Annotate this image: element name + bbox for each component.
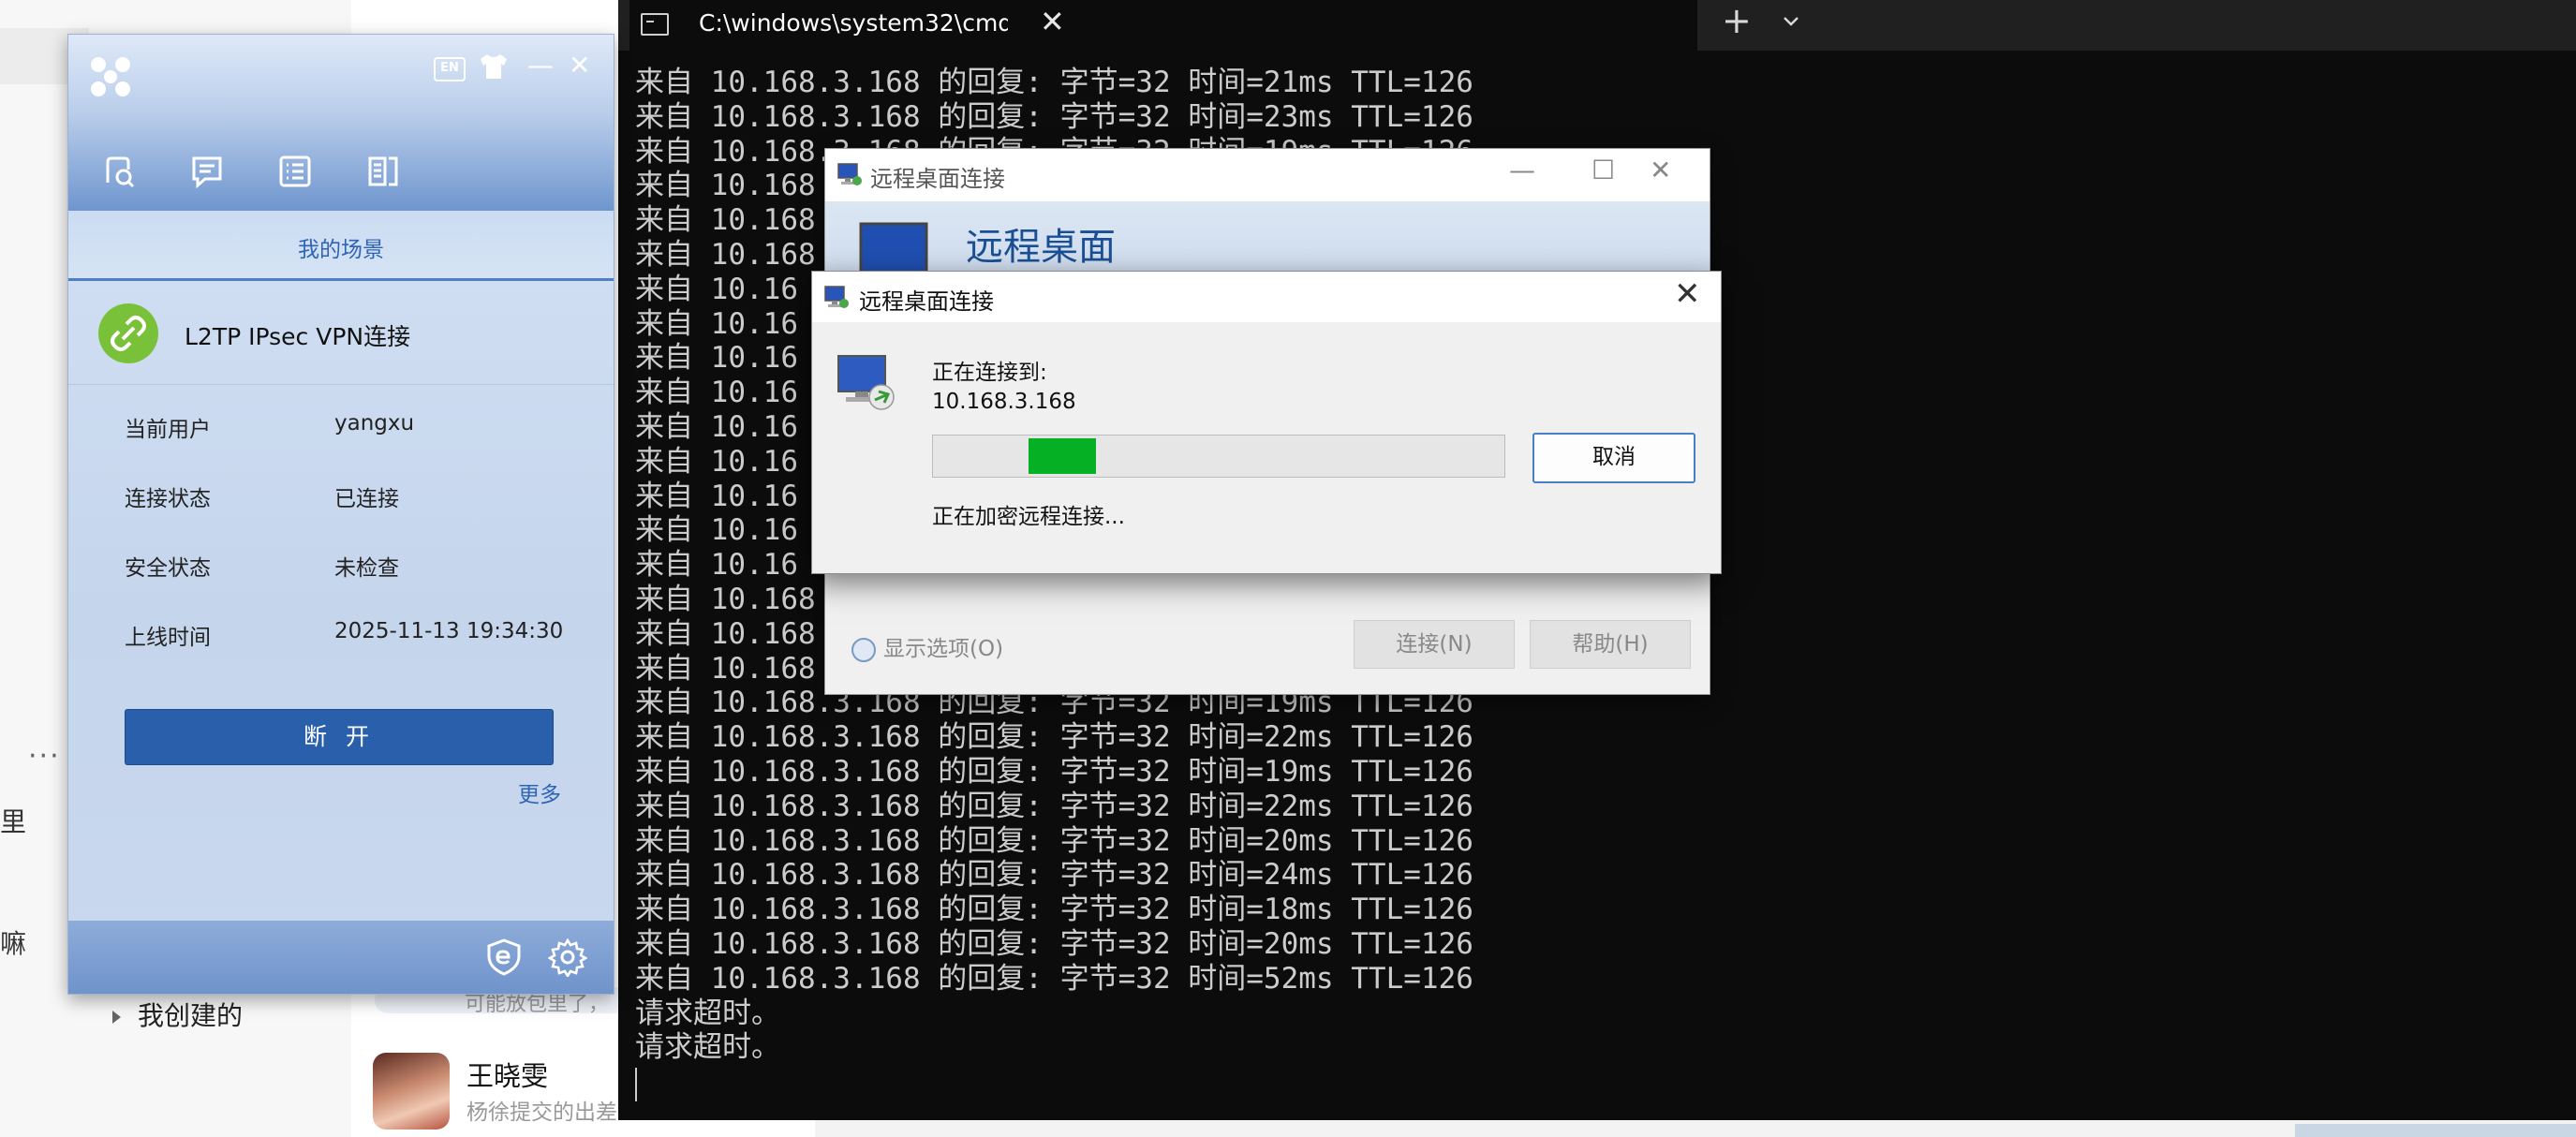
terminal-cursor	[635, 1068, 637, 1101]
info-label: 安全状态	[125, 556, 211, 581]
info-row-online-time: 上线时间 2025-11-13 19:34:30	[125, 619, 593, 657]
link-icon	[98, 303, 158, 363]
close-button[interactable]: ✕	[569, 50, 590, 81]
terminal-line: 请求超时。	[635, 1030, 780, 1065]
terminal-line: 来自 10.168.3.168 的回复: 字节=32 时间=24ms TTL=1…	[635, 858, 1473, 893]
terminal-tab-bar: C:\windows\system32\cmd.exe ✕ +	[618, 0, 2576, 51]
language-toggle-button[interactable]: EN	[434, 57, 466, 81]
terminal-line: 来自 10.168.3.168 的回复: 字节=32 时间=21ms TTL=1…	[635, 66, 1473, 99]
close-button[interactable]: ✕	[1650, 155, 1671, 185]
dialog-title-bar: 远程桌面连接 ✕	[812, 272, 1721, 322]
info-row-security-status: 安全状态 未检查	[125, 550, 593, 587]
dialog-title: 远程桌面连接	[859, 288, 994, 315]
connection-status-text: 正在加密远程连接...	[932, 505, 1125, 529]
show-options-label: 显示选项(O)	[883, 637, 1004, 661]
close-tab-button[interactable]: ✕	[1040, 4, 1065, 39]
scene-icon	[106, 156, 135, 188]
remote-desktop-icon	[837, 163, 862, 185]
info-value: 已连接	[334, 487, 399, 511]
info-row-connection-status: 连接状态 已连接	[125, 480, 593, 518]
help-button[interactable]: 帮助(H)	[1530, 620, 1691, 669]
more-dots[interactable]: ···	[28, 740, 61, 773]
app-logo-icon	[91, 57, 132, 98]
skin-button[interactable]	[477, 52, 511, 81]
info-label: 上线时间	[125, 626, 211, 650]
nav-message-button[interactable]	[188, 153, 226, 190]
nav-scene-button[interactable]	[100, 153, 138, 190]
terminal-line: 来自 10.168.3.168 的回复: 字节=32 时间=20ms TTL=1…	[635, 823, 1473, 858]
created-by-me-group[interactable]: 我创建的	[112, 996, 243, 1033]
side-text-fragment: 嘛	[0, 928, 27, 959]
title-bar: 远程桌面连接 — ☐ ✕	[825, 149, 1710, 201]
more-link[interactable]: 更多	[518, 776, 561, 808]
show-options-toggle[interactable]: 显示选项(O)	[851, 630, 1003, 662]
tab-my-scenes[interactable]: 我的场景	[68, 211, 614, 281]
connecting-to-label: 正在连接到:	[932, 361, 1047, 385]
connection-progress-bar	[932, 435, 1505, 478]
terminal-tab-title: C:\windows\system32\cmd.exe	[699, 9, 1008, 37]
nav-log-button[interactable]	[364, 153, 402, 190]
message-icon	[192, 156, 222, 189]
computer-connecting-icon	[837, 355, 895, 410]
terminal-line: 来自 10.168.3.168 的回复: 字节=32 时间=18ms TTL=1…	[635, 893, 1473, 927]
minimize-button[interactable]: —	[1509, 155, 1535, 185]
new-tab-button[interactable]: +	[1722, 0, 1752, 41]
terminal-line: 来自 10.168.3.168 的回复: 字节=32 时间=23ms TTL=1…	[635, 99, 1473, 134]
side-text-fragment: 里	[0, 806, 27, 837]
info-label: 当前用户	[125, 418, 211, 442]
security-shield-button[interactable]	[484, 938, 524, 977]
avatar	[373, 1053, 450, 1130]
scene-item-l2tp[interactable]: L2TP IPsec VPN连接	[68, 281, 614, 385]
remote-desktop-icon	[824, 286, 849, 308]
expand-triangle-icon	[112, 1011, 121, 1024]
maximize-button[interactable]: ☐	[1591, 155, 1615, 185]
info-row-user: 当前用户 yangxu	[125, 411, 593, 449]
terminal-line: 来自 10.168.3.168 的回复: 字节=32 时间=20ms TTL=1…	[635, 926, 1473, 961]
terminal-line: 来自 10.168.3.168 的回复: 字节=32 时间=22ms TTL=1…	[635, 720, 1473, 755]
terminal-tab[interactable]: C:\windows\system32\cmd.exe ✕	[629, 0, 1697, 51]
vpn-header: EN — ✕	[68, 35, 614, 211]
terminal-line: 来自 10.168.3.168 的回复: 字节=32 时间=22ms TTL=1…	[635, 789, 1473, 823]
remote-desktop-progress-dialog: 远程桌面连接 ✕ 正在连接到: 10.168.3.168 取消 正在加密远程连接…	[811, 271, 1722, 574]
scene-name: L2TP IPsec VPN连接	[185, 323, 411, 350]
created-by-me-label: 我创建的	[138, 1000, 244, 1031]
connect-button[interactable]: 连接(N)	[1354, 620, 1515, 669]
vpn-footer	[68, 921, 614, 994]
contact-name: 王晓雯	[466, 1060, 549, 1092]
tshirt-icon	[481, 54, 507, 79]
gear-icon	[547, 938, 588, 979]
dialog-close-button[interactable]: ✕	[1674, 275, 1701, 313]
chevron-down-icon	[851, 637, 876, 662]
cancel-button[interactable]: 取消	[1532, 433, 1695, 483]
chevron-down-icon	[1784, 17, 1799, 26]
info-value: yangxu	[334, 411, 415, 436]
contact-last-message: 杨徐提交的出差	[466, 1100, 617, 1125]
disconnect-button[interactable]: 断 开	[125, 709, 554, 765]
info-label: 连接状态	[125, 487, 211, 511]
terminal-line: 来自 10.168.3.168 的回复: 字节=32 时间=52ms TTL=1…	[635, 961, 1473, 996]
banner-title: 远程桌面	[966, 226, 1116, 269]
minimize-button[interactable]: —	[527, 50, 554, 81]
tab-my-scenes-label: 我的场景	[298, 238, 384, 262]
shield-icon	[487, 938, 521, 976]
terminal-line: 请求超时。	[635, 996, 780, 1030]
connecting-address: 10.168.3.168	[932, 390, 1076, 414]
cmd-icon	[641, 13, 669, 36]
progress-fill	[1029, 438, 1096, 474]
info-value: 未检查	[334, 556, 399, 581]
tab-dropdown-button[interactable]	[1780, 9, 1802, 37]
background-corner-fragment	[2295, 1124, 2576, 1137]
window-title: 远程桌面连接	[870, 166, 1005, 192]
vpn-client-window: EN — ✕ 我的场景 L2TP IPsec VPN连接 当前用户 yangxu…	[67, 34, 614, 995]
terminal-line: 来自 10.168.3.168 的回复: 字节=32 时间=19ms TTL=1…	[635, 754, 1473, 789]
log-icon	[368, 156, 398, 186]
nav-list-button[interactable]	[276, 153, 314, 190]
info-value: 2025-11-13 19:34:30	[334, 619, 564, 643]
list-icon	[279, 155, 311, 187]
settings-button[interactable]	[547, 938, 588, 979]
